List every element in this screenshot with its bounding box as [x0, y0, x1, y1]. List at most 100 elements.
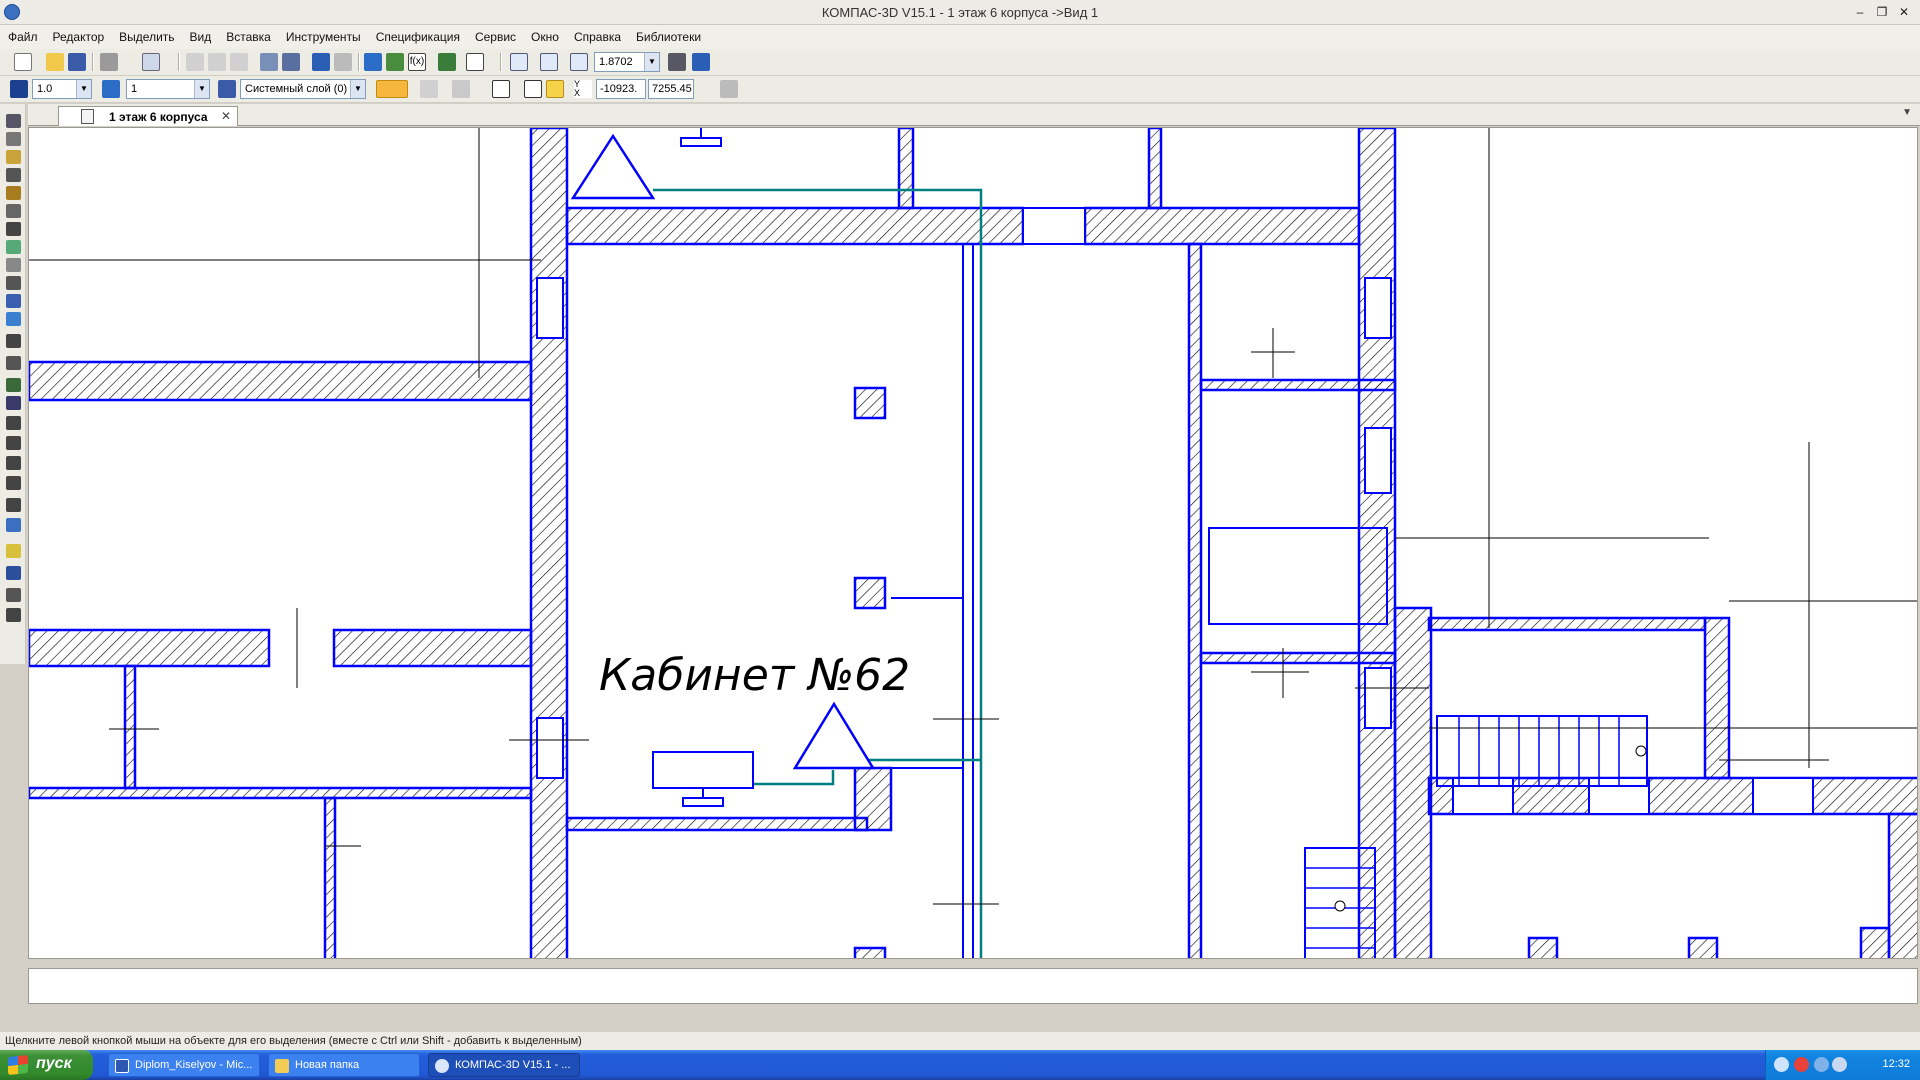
tab-document[interactable]: 1 этаж 6 корпуса ✕	[58, 106, 238, 126]
copy-icon[interactable]	[208, 53, 226, 71]
menu-file[interactable]: Файл	[0, 25, 45, 44]
wall	[123, 664, 137, 790]
view-state-icon[interactable]	[102, 80, 120, 98]
model-tree-icon[interactable]	[364, 53, 382, 71]
properties-panel[interactable]	[28, 968, 1918, 1004]
layer-name-combo[interactable]: Системный слой (0) ▼	[240, 79, 366, 99]
leader-icon[interactable]	[6, 416, 21, 430]
undo-icon[interactable]	[312, 53, 330, 71]
cursor-step-icon[interactable]	[10, 80, 28, 98]
pan-icon[interactable]	[668, 53, 686, 71]
table-icon[interactable]	[6, 356, 21, 370]
antivirus-icon[interactable]	[1794, 1057, 1809, 1072]
insert-icon[interactable]	[6, 294, 21, 308]
menu-help[interactable]: Справка	[566, 25, 628, 44]
layer-number-combo[interactable]: 1 ▼	[126, 79, 210, 99]
text-icon[interactable]	[6, 334, 21, 348]
tolerance-icon[interactable]	[6, 476, 21, 490]
drawing-canvas[interactable]: Кабинет №62	[28, 127, 1918, 959]
zoom-in-icon[interactable]	[570, 53, 588, 71]
zoom-combo[interactable]: 1.8702 ▼	[594, 52, 660, 72]
selection-icon[interactable]	[6, 222, 21, 236]
dimensions-icon[interactable]	[6, 132, 21, 146]
menu-tools[interactable]: Инструменты	[278, 25, 368, 44]
task-word[interactable]: Diplom_Kiselyov - Mic...	[108, 1053, 260, 1077]
orthogonal-icon[interactable]	[420, 80, 438, 98]
properties-icon[interactable]	[260, 53, 278, 71]
tabs-dropdown-icon[interactable]: ▼	[1902, 107, 1912, 118]
parametrization-icon[interactable]	[6, 186, 21, 200]
zoom-window-icon[interactable]	[510, 53, 528, 71]
snap-bindings-icon[interactable]	[546, 80, 564, 98]
layers-icon[interactable]	[218, 80, 236, 98]
new-file-icon[interactable]	[14, 53, 32, 71]
snap-mode-icon[interactable]	[376, 80, 408, 98]
menu-edit[interactable]: Редактор	[45, 25, 112, 44]
libraries-icon[interactable]	[386, 53, 404, 71]
open-file-icon[interactable]	[46, 53, 64, 71]
associative-view-icon[interactable]	[6, 240, 21, 254]
close-tab-icon[interactable]: ✕	[221, 109, 231, 123]
paste-icon[interactable]	[230, 53, 248, 71]
close-icon[interactable]: ✕	[1896, 4, 1912, 20]
reports-icon[interactable]	[6, 276, 21, 290]
manager-icon[interactable]	[282, 53, 300, 71]
measure-icon[interactable]	[438, 53, 456, 71]
editing-icon[interactable]	[6, 168, 21, 182]
cut-icon[interactable]	[186, 53, 204, 71]
lightning-icon[interactable]	[6, 544, 21, 558]
grid-icon[interactable]	[452, 80, 470, 98]
zoom-scale-icon[interactable]	[540, 53, 558, 71]
menu-insert[interactable]: Вставка	[218, 25, 278, 44]
view-arrow-icon[interactable]	[6, 608, 21, 622]
spec-icon[interactable]	[6, 258, 21, 272]
identification-icon[interactable]	[6, 518, 21, 532]
frame-icon[interactable]	[6, 456, 21, 470]
base-icon[interactable]	[6, 396, 21, 410]
menu-select[interactable]: Выделить	[111, 25, 181, 44]
save-icon[interactable]	[68, 53, 86, 71]
room-label[interactable]: Кабинет №62	[599, 650, 910, 701]
menu-view[interactable]: Вид	[182, 25, 219, 44]
measurements-icon[interactable]	[6, 204, 21, 218]
network-icon[interactable]	[1814, 1057, 1829, 1072]
position-icon[interactable]	[6, 436, 21, 450]
center-icon[interactable]	[6, 566, 21, 580]
compact-panel	[0, 104, 26, 664]
local-cs-icon[interactable]	[492, 80, 510, 98]
current-state-toolbar: 1.0 ▼ 1 ▼ Системный слой (0) ▼ YX -10923. 7…	[0, 76, 1920, 103]
tray-app-icon[interactable]	[1774, 1057, 1789, 1072]
menu-window[interactable]: Окно	[523, 25, 566, 44]
designations-icon[interactable]	[6, 150, 21, 164]
menu-libraries[interactable]: Библиотеки	[628, 25, 708, 44]
clock[interactable]: 12:32	[1882, 1058, 1910, 1070]
coord-y-field[interactable]: 7255.45	[648, 79, 694, 99]
ortho-mode-icon[interactable]	[524, 80, 542, 98]
roughness-icon[interactable]	[6, 378, 21, 392]
step-combo[interactable]: 1.0 ▼	[32, 79, 92, 99]
wave-line-icon[interactable]	[6, 588, 21, 602]
start-button[interactable]: пуск	[0, 1050, 93, 1080]
minimize-icon[interactable]: –	[1852, 4, 1868, 20]
restore-icon[interactable]: ❐	[1874, 4, 1890, 20]
chevron-down-icon[interactable]: ▼	[194, 80, 209, 98]
coord-x-field[interactable]: -10923.	[596, 79, 646, 99]
mark-icon[interactable]	[6, 498, 21, 512]
task-kompas[interactable]: КОМПАС-3D V15.1 - ...	[428, 1053, 580, 1077]
zoom-value: 1.8702	[599, 56, 633, 68]
chevron-down-icon[interactable]: ▼	[76, 80, 91, 98]
print-icon[interactable]	[100, 53, 118, 71]
geometry-icon[interactable]	[6, 114, 21, 128]
refresh-icon[interactable]	[692, 53, 710, 71]
help-pointer-icon[interactable]	[466, 53, 484, 71]
print-preview-icon[interactable]	[142, 53, 160, 71]
task-folder[interactable]: Новая папка	[268, 1053, 420, 1077]
redo-icon[interactable]	[334, 53, 352, 71]
chevron-down-icon[interactable]: ▼	[350, 80, 365, 98]
volume-icon[interactable]	[1832, 1057, 1847, 1072]
variables-icon[interactable]: f(x)	[408, 53, 426, 71]
libraries-panel-icon[interactable]	[6, 312, 21, 326]
menu-specification[interactable]: Спецификация	[368, 25, 467, 44]
menu-service[interactable]: Сервис	[467, 25, 523, 44]
chevron-down-icon[interactable]: ▼	[644, 53, 659, 71]
